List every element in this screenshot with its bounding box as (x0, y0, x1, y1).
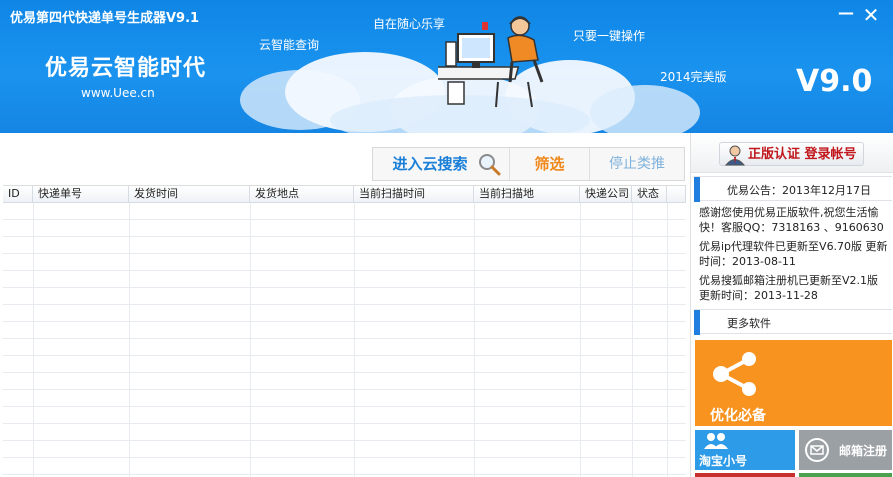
mail-register-tile[interactable]: 邮箱注册 (799, 430, 892, 470)
auth-bar: 正版认证 登录帐号 (691, 133, 893, 173)
header-accent (694, 177, 700, 202)
more-software-label: 更多软件 (727, 317, 771, 330)
column-divider (33, 203, 34, 477)
tracking-table: ID 快递单号 发货时间 发货地点 当前扫描时间 当前扫描地 快递公司 状态 (3, 185, 686, 477)
stop-inference-button[interactable]: 停止类推 (590, 148, 684, 180)
column-divider (354, 203, 355, 477)
banner-tagline-cloud: 云智能查询 (259, 38, 320, 52)
table-header: ID 快递单号 发货时间 发货地点 当前扫描时间 当前扫描地 快递公司 状态 (3, 186, 686, 203)
banner-tagline-oneclick: 只要一键操作 (573, 29, 646, 43)
column-divider (580, 203, 581, 477)
column-header-courier[interactable]: 快递公司 (580, 186, 632, 202)
users-icon (704, 433, 728, 449)
cloud-search-button[interactable]: 进入云搜索 (373, 148, 510, 180)
header-banner: 优易第四代快递单号生成器V9.1 — ✕ 优易云智能时代 www.Uee.cn … (0, 0, 893, 133)
optimize-tile[interactable]: 优化必备 (695, 340, 892, 426)
more-software-header: 更多软件 (694, 309, 892, 335)
taobao-account-label: 淘宝小号 (699, 454, 748, 468)
notice-item[interactable]: 优易ip代理软件已更新至V6.70版 更新时间：2013-08-11 (699, 239, 892, 269)
column-header-ship-time[interactable]: 发货时间 (129, 186, 250, 202)
column-divider (474, 203, 475, 477)
column-header-status[interactable]: 状态 (632, 186, 667, 202)
share-icon (713, 352, 756, 396)
toolbar: 进入云搜索 筛选 停止类推 (372, 147, 685, 181)
notice-header: 优易公告：2013年12月17日 (694, 176, 892, 202)
column-divider (632, 203, 633, 477)
column-header-tracking-number[interactable]: 快递单号 (33, 186, 129, 202)
banner-tagline-free: 自在随心乐享 (373, 17, 446, 31)
column-divider (667, 203, 668, 477)
window-title: 优易第四代快递单号生成器V9.1 (10, 11, 200, 26)
magnifier-icon (479, 154, 501, 176)
banner-version: V9.0 (796, 64, 873, 99)
mail-icon (805, 438, 829, 462)
cloud-decoration (590, 85, 700, 133)
column-header-scan-location[interactable]: 当前扫描地 (474, 186, 580, 202)
taobao-account-tile[interactable]: 淘宝小号 (695, 430, 795, 470)
banner-tagline-edition: 2014完美版 (660, 70, 727, 84)
column-divider (129, 203, 130, 477)
column-header-filler (667, 186, 686, 202)
column-header-ship-location[interactable]: 发货地点 (250, 186, 354, 202)
table-body[interactable] (3, 203, 686, 477)
close-button[interactable]: ✕ (859, 3, 883, 27)
banner-url: www.Uee.cn (81, 86, 155, 100)
column-header-id[interactable]: ID (3, 186, 33, 202)
banner-slogan: 优易云智能时代 (45, 56, 207, 81)
tile-partial-green[interactable] (799, 473, 892, 477)
mail-register-label: 邮箱注册 (839, 444, 888, 458)
auth-login-button[interactable]: 正版认证 登录帐号 (719, 142, 864, 166)
column-header-scan-time[interactable]: 当前扫描时间 (354, 186, 474, 202)
notice-item[interactable]: 感谢您使用优易正版软件,祝您生活愉快！客服QQ：7318163 、9160630 (699, 205, 892, 235)
column-divider (250, 203, 251, 477)
sidebar: 正版认证 登录帐号 优易公告：2013年12月17日 感谢您使用优易正版软件,祝… (690, 133, 893, 477)
notice-list: 感谢您使用优易正版软件,祝您生活愉快！客服QQ：7318163 、9160630… (699, 205, 892, 305)
filter-button[interactable]: 筛选 (510, 148, 590, 180)
user-icon (724, 145, 746, 166)
minimize-button[interactable]: — (835, 3, 857, 22)
auth-login-label: 正版认证 登录帐号 (748, 147, 857, 162)
header-accent (694, 310, 700, 335)
tile-partial-red[interactable] (695, 473, 795, 477)
optimize-tile-label: 优化必备 (710, 408, 766, 424)
user-at-computer-illustration (438, 16, 544, 108)
notice-item[interactable]: 优易搜狐邮箱注册机已更新至V2.1版 更新时间：2013-11-28 (699, 273, 892, 303)
notice-header-label: 优易公告：2013年12月17日 (727, 184, 871, 197)
cloud-search-label: 进入云搜索 (392, 155, 468, 173)
